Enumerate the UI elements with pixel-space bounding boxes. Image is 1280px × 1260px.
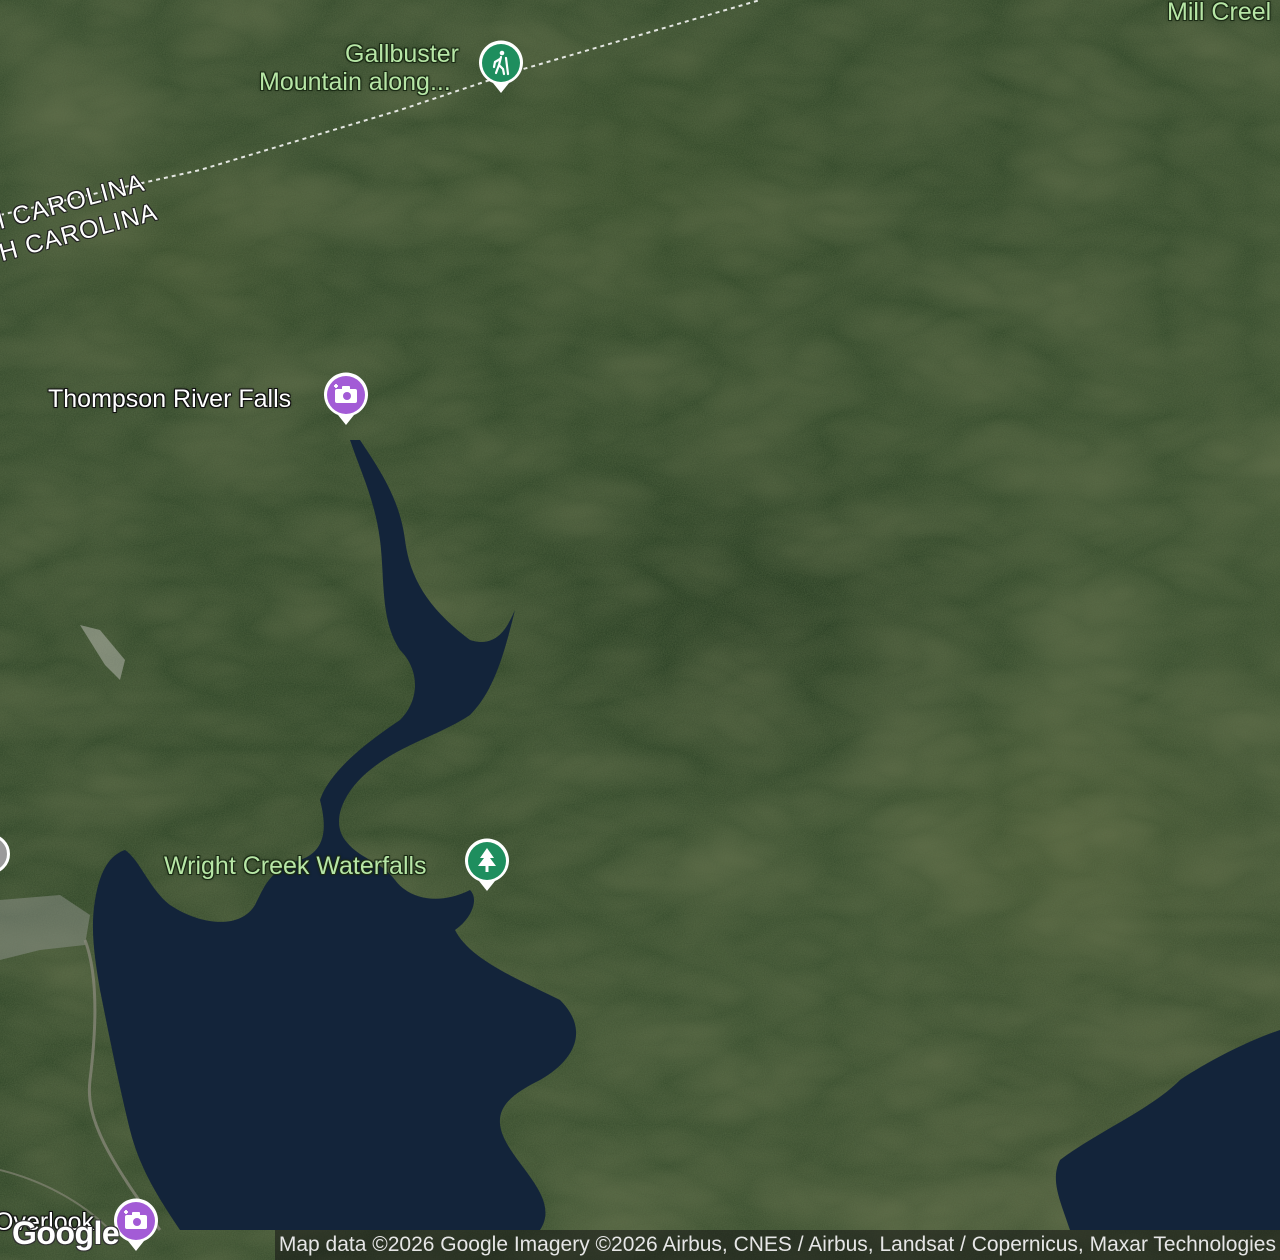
mill-creek-label[interactable]: Mill Creel <box>1167 0 1271 27</box>
terrain-layer <box>0 0 1280 1260</box>
wright-creek-pin[interactable] <box>464 838 510 892</box>
gallbuster-pin[interactable] <box>478 40 524 94</box>
gallbuster-label-line1[interactable]: Gallbuster <box>345 40 459 69</box>
google-logo: Google <box>12 1215 120 1251</box>
overlook-pin[interactable] <box>113 1198 159 1252</box>
wright-creek-label[interactable]: Wright Creek Waterfalls <box>164 852 427 881</box>
thompson-falls-pin[interactable] <box>323 372 369 426</box>
thompson-falls-label[interactable]: Thompson River Falls <box>48 385 291 414</box>
gallbuster-label-line2[interactable]: Mountain along... <box>259 68 451 97</box>
satellite-map[interactable]: I CAROLINA H CAROLINA Mill Creel Gallbus… <box>0 0 1280 1260</box>
map-attribution: Map data ©2026 Google Imagery ©2026 Airb… <box>274 1230 1280 1260</box>
